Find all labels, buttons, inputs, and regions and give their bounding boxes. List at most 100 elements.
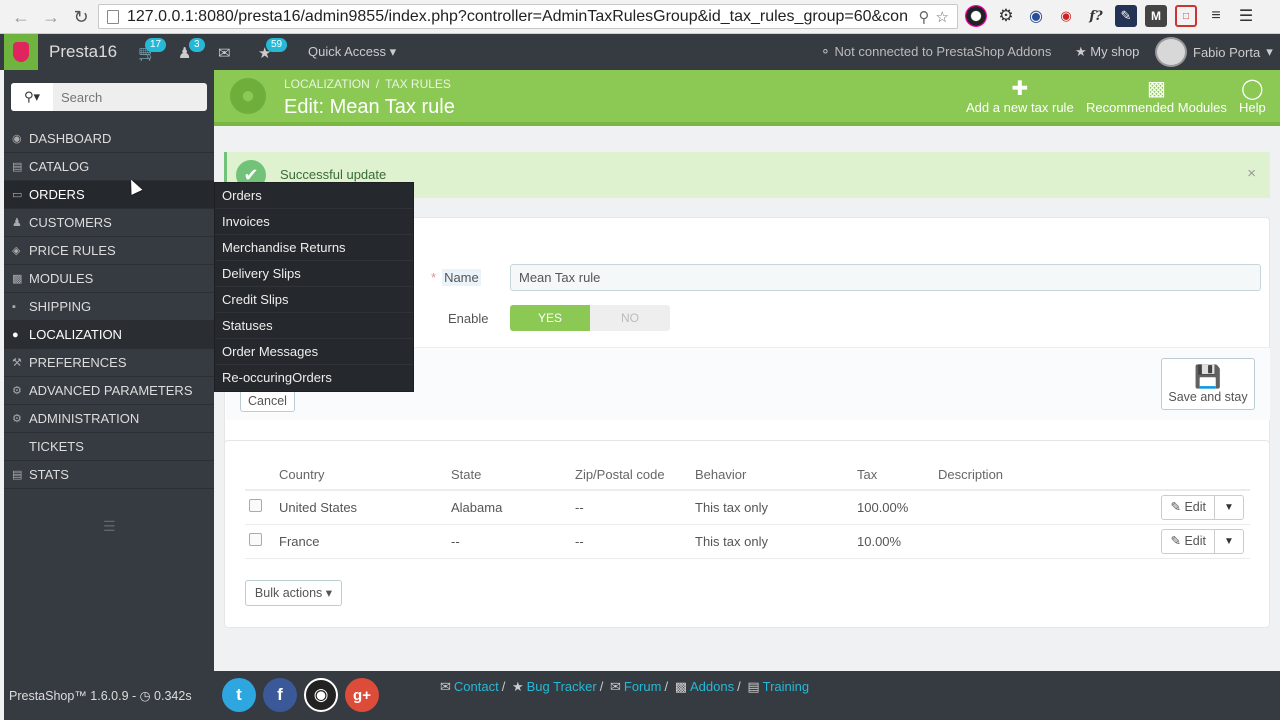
sidebar: ⚲▾ ◉ DASHBOARD ▤ CATALOG ▭ ORDERS ♟ CUSTOMER…	[4, 70, 214, 720]
column-tax[interactable]: Tax	[853, 460, 934, 491]
layers-extension-icon[interactable]: ≡	[1205, 5, 1227, 27]
cell-tax[interactable]: 100.00%	[853, 490, 934, 525]
name-field[interactable]: Mean Tax rule	[510, 264, 1261, 291]
submenu-item-orders[interactable]: Orders	[215, 183, 413, 209]
cell-tax[interactable]: 10.00%	[853, 524, 934, 559]
enable-toggle[interactable]: YES NO	[510, 305, 670, 331]
color-extension-icon[interactable]	[965, 5, 987, 27]
training-link[interactable]: Training	[763, 679, 809, 694]
row-actions: ✎ Edit ▼	[1161, 528, 1244, 554]
sidebar-item-advanced-parameters[interactable]: ⚙ ADVANCED PARAMETERS	[4, 377, 214, 405]
add-tax-rule-button[interactable]: ✚ Add a new tax rule	[966, 76, 1074, 115]
github-icon[interactable]: ◉	[304, 678, 338, 712]
enable-no-option[interactable]: NO	[590, 305, 670, 331]
bug-tracker-link[interactable]: Bug Tracker	[527, 679, 597, 694]
submenu-item-credit-slips[interactable]: Credit Slips	[215, 287, 413, 313]
key-icon[interactable]: ⚲	[919, 8, 930, 26]
sidebar-item-stats[interactable]: ▤ STATS	[4, 461, 214, 489]
contact-link[interactable]: Contact	[454, 679, 499, 694]
mask-extension-icon[interactable]: ◉	[1055, 5, 1077, 27]
table-header-row: Country State Zip/Postal code Behavior T…	[245, 460, 1250, 491]
prestashop-logo[interactable]	[4, 34, 38, 70]
sidebar-item-catalog[interactable]: ▤ CATALOG	[4, 153, 214, 181]
truck-icon: ▪	[12, 300, 16, 313]
column-description[interactable]: Description	[934, 460, 1154, 491]
cell-country[interactable]: France	[275, 524, 447, 559]
google-plus-icon[interactable]: g+	[345, 678, 379, 712]
submenu-item-merchandise-returns[interactable]: Merchandise Returns	[215, 235, 413, 261]
breadcrumb-localization[interactable]: LOCALIZATION	[284, 77, 370, 91]
my-shop-link[interactable]: ★ My shop	[1075, 44, 1139, 60]
forward-icon[interactable]: →	[38, 4, 64, 30]
mail-extension-icon[interactable]: M	[1145, 5, 1167, 27]
cell-behavior[interactable]: This tax only	[691, 524, 853, 559]
cell-country[interactable]: United States	[275, 490, 447, 525]
reload-icon[interactable]: ↻	[68, 4, 94, 30]
cell-description[interactable]	[934, 490, 1154, 525]
bulk-actions-button[interactable]: Bulk actions ▾	[245, 580, 342, 606]
breadcrumb-tax-rules[interactable]: TAX RULES	[385, 77, 451, 91]
save-and-stay-button[interactable]: 💾 Save and stay	[1161, 358, 1255, 410]
paint-extension-icon[interactable]: ✎	[1115, 5, 1137, 27]
back-icon[interactable]: ←	[8, 4, 34, 30]
cancel-button[interactable]: Cancel	[240, 390, 295, 412]
row-actions-dropdown[interactable]: ▼	[1215, 530, 1243, 553]
cell-state[interactable]: --	[447, 524, 571, 559]
sidebar-item-price-rules[interactable]: ◈ PRICE RULES	[4, 237, 214, 265]
red-extension-icon[interactable]: □	[1175, 5, 1197, 27]
sidebar-item-tickets[interactable]: TICKETS	[4, 433, 214, 461]
url-text[interactable]: 127.0.0.1:8080/presta16/admin9855/index.…	[127, 8, 907, 26]
submenu-item-statuses[interactable]: Statuses	[215, 313, 413, 339]
help-button[interactable]: ◯ Help	[1239, 76, 1266, 115]
submenu-item-reoccuring-orders[interactable]: Re-occuringOrders	[215, 365, 413, 391]
column-zip[interactable]: Zip/Postal code	[571, 460, 691, 491]
enable-yes-option[interactable]: YES	[510, 305, 590, 331]
quick-access-dropdown[interactable]: Quick Access ▾	[308, 44, 396, 60]
sidebar-item-shipping[interactable]: ▪ SHIPPING	[4, 293, 214, 321]
addons-link[interactable]: ⚬ Not connected to PrestaShop Addons	[820, 44, 1051, 60]
globe-extension-icon[interactable]: ◉	[1025, 5, 1047, 27]
user-menu[interactable]: Fabio Porta ▾	[1155, 37, 1273, 67]
address-bar[interactable]: 127.0.0.1:8080/presta16/admin9855/index.…	[98, 4, 958, 29]
search-options-button[interactable]: ⚲ ▾	[11, 83, 53, 111]
edit-button[interactable]: ✎ Edit	[1162, 529, 1215, 553]
close-icon[interactable]: ×	[1247, 165, 1256, 182]
submenu-item-delivery-slips[interactable]: Delivery Slips	[215, 261, 413, 287]
facebook-icon[interactable]: f	[263, 678, 297, 712]
sidebar-item-preferences[interactable]: ⚒ PREFERENCES	[4, 349, 214, 377]
submenu-item-order-messages[interactable]: Order Messages	[215, 339, 413, 365]
edit-button[interactable]: ✎ Edit	[1162, 495, 1215, 519]
cell-state[interactable]: Alabama	[447, 490, 571, 525]
font-extension-icon[interactable]: f?	[1085, 5, 1107, 27]
cell-behavior[interactable]: This tax only	[691, 490, 853, 525]
sidebar-item-localization[interactable]: ● LOCALIZATION	[4, 321, 214, 349]
sidebar-item-dashboard[interactable]: ◉ DASHBOARD	[4, 125, 214, 153]
gear-extension-icon[interactable]: ⚙	[995, 5, 1017, 27]
column-behavior[interactable]: Behavior	[691, 460, 853, 491]
search-input[interactable]	[53, 89, 203, 105]
row-actions-dropdown[interactable]: ▼	[1215, 496, 1243, 519]
sidebar-item-label: ADMINISTRATION	[29, 411, 140, 426]
sidebar-item-customers[interactable]: ♟ CUSTOMERS	[4, 209, 214, 237]
forum-link[interactable]: Forum	[624, 679, 662, 694]
submenu-item-invoices[interactable]: Invoices	[215, 209, 413, 235]
sidebar-item-administration[interactable]: ⚙ ADMINISTRATION	[4, 405, 214, 433]
addons-link[interactable]: Addons	[690, 679, 734, 694]
shop-name[interactable]: Presta16	[49, 42, 117, 62]
recommended-modules-button[interactable]: ▩ Recommended Modules	[1086, 76, 1227, 115]
column-state[interactable]: State	[447, 460, 571, 491]
row-checkbox[interactable]	[249, 499, 262, 513]
column-country[interactable]: Country	[275, 460, 447, 491]
sidebar-item-modules[interactable]: ▩ MODULES	[4, 265, 214, 293]
twitter-icon[interactable]: t	[222, 678, 256, 712]
cell-description[interactable]	[934, 524, 1154, 559]
sidebar-item-orders[interactable]: ▭ ORDERS	[4, 181, 214, 209]
row-checkbox[interactable]	[249, 533, 262, 546]
cell-zip[interactable]: --	[571, 524, 691, 559]
envelope-icon[interactable]: ✉	[218, 44, 231, 62]
menu-icon[interactable]: ☰	[1235, 5, 1257, 27]
table-row: United States Alabama -- This tax only 1…	[245, 490, 1250, 525]
collapse-menu-icon[interactable]: ☰	[103, 518, 116, 535]
cell-zip[interactable]: --	[571, 490, 691, 525]
bookmark-star-icon[interactable]: ☆	[936, 8, 949, 26]
